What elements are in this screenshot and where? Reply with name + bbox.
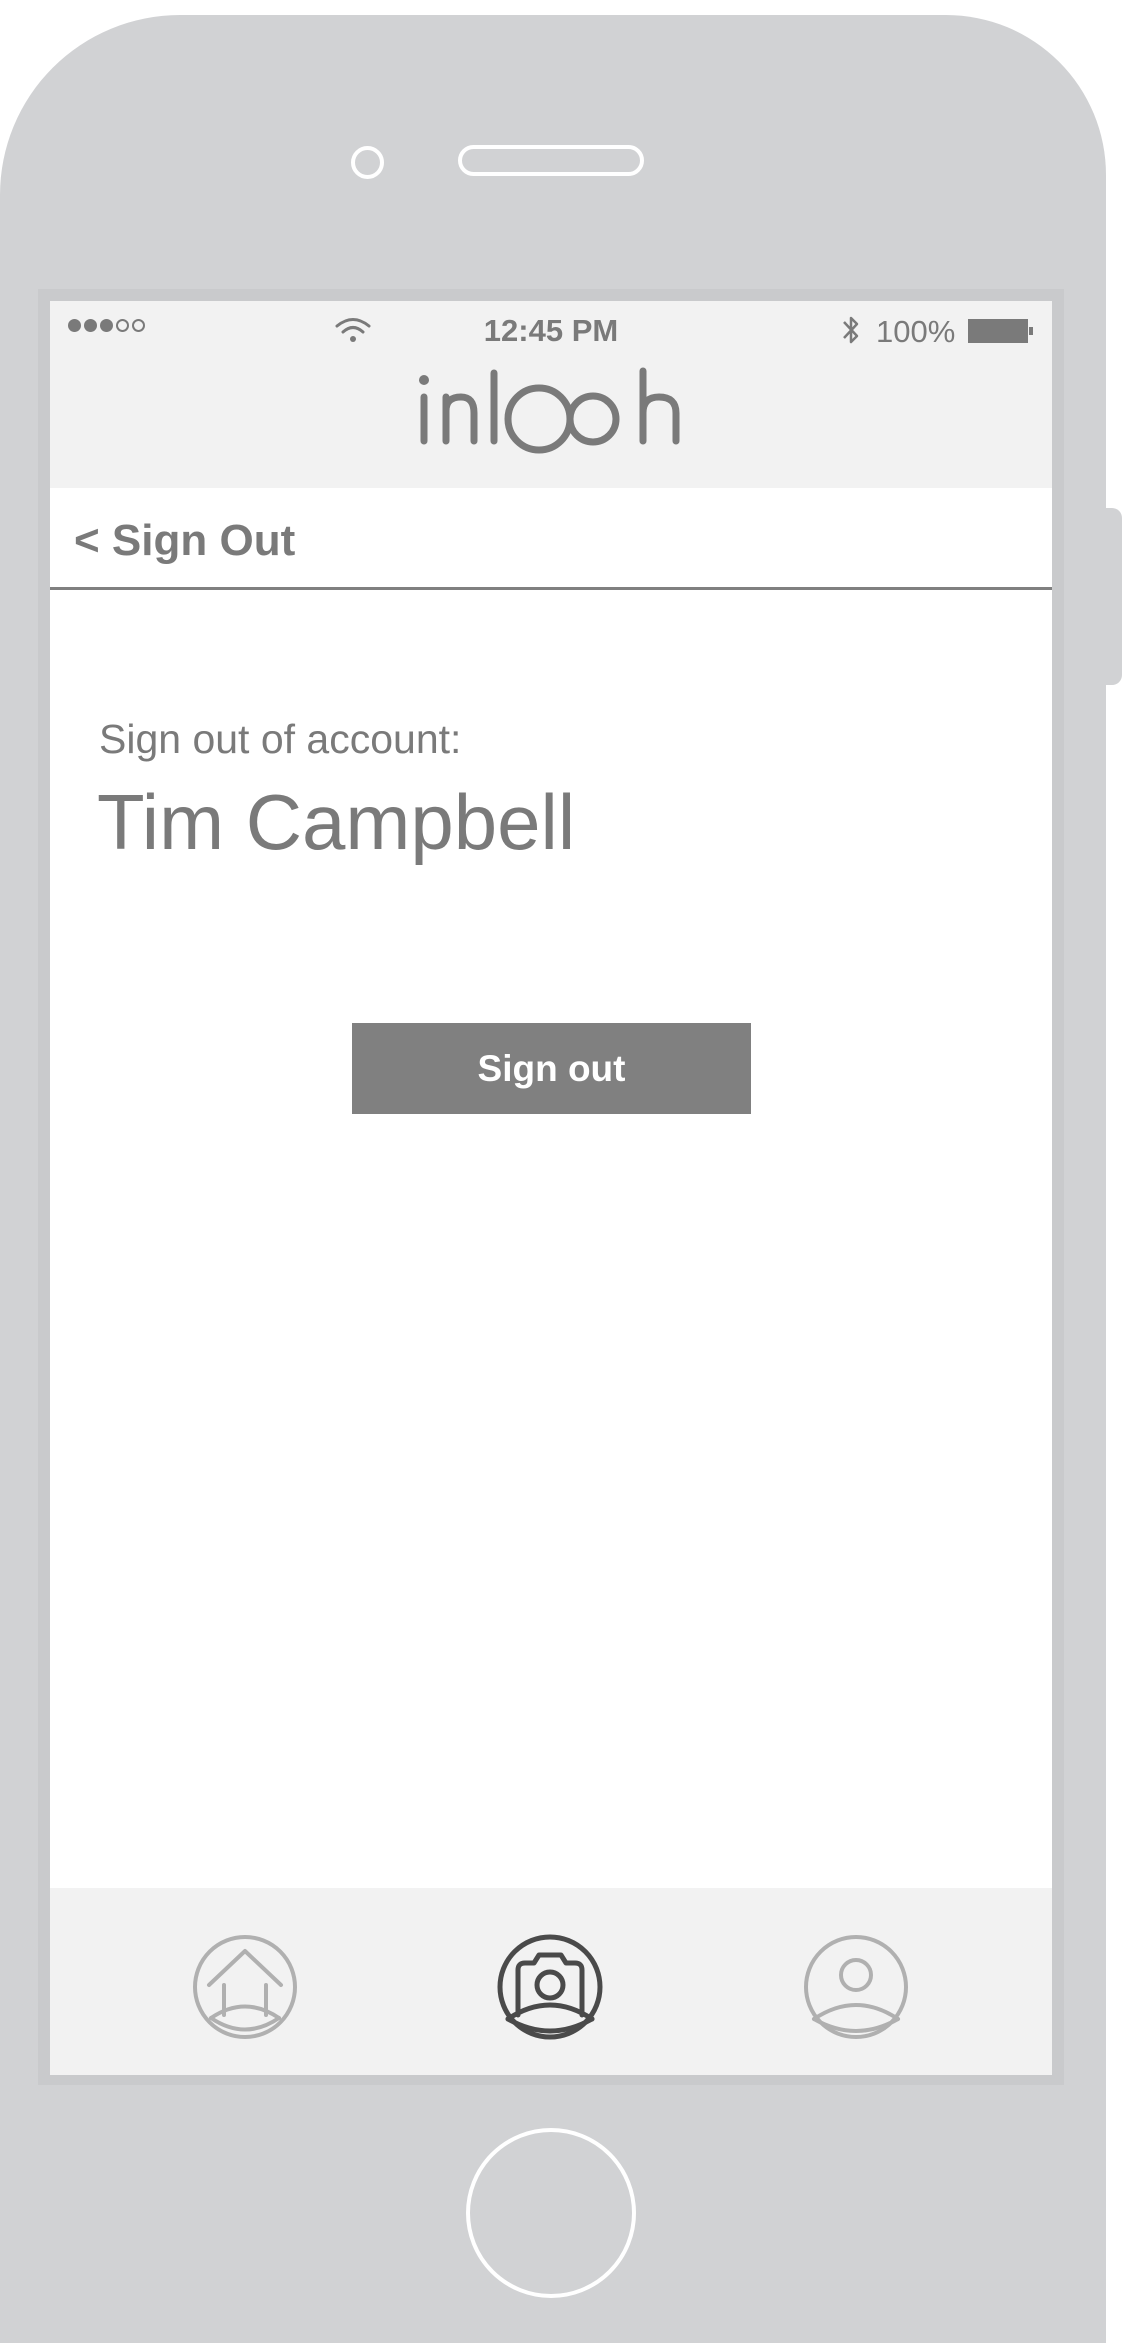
sign-out-button[interactable]: Sign out	[352, 1023, 751, 1114]
nav-header: < Sign Out	[50, 488, 1052, 590]
bluetooth-icon	[843, 316, 859, 344]
status-bar: 12:45 PM 100%	[50, 301, 1052, 363]
inlooh-logo: inlooh	[419, 367, 680, 454]
profile-icon[interactable]	[802, 1933, 910, 2041]
camera-icon[interactable]	[496, 1933, 604, 2041]
home-icon[interactable]	[191, 1933, 299, 2041]
app-screen: 12:45 PM 100% inlooh < Sign Out	[50, 301, 1052, 2075]
account-label: Sign out of account:	[99, 716, 462, 762]
battery-icon	[968, 319, 1033, 343]
battery-percentage: 100%	[876, 314, 956, 349]
bottom-tab-bar	[50, 1888, 1052, 2075]
phone-home-button	[466, 2128, 636, 2298]
back-sign-out-link[interactable]: < Sign Out	[74, 516, 295, 566]
account-name: Tim Campbell	[97, 778, 576, 866]
phone-side-button	[1103, 508, 1122, 685]
top-bar: 12:45 PM 100% inlooh	[50, 301, 1052, 488]
earpiece-speaker	[458, 145, 644, 176]
front-camera	[351, 146, 384, 179]
